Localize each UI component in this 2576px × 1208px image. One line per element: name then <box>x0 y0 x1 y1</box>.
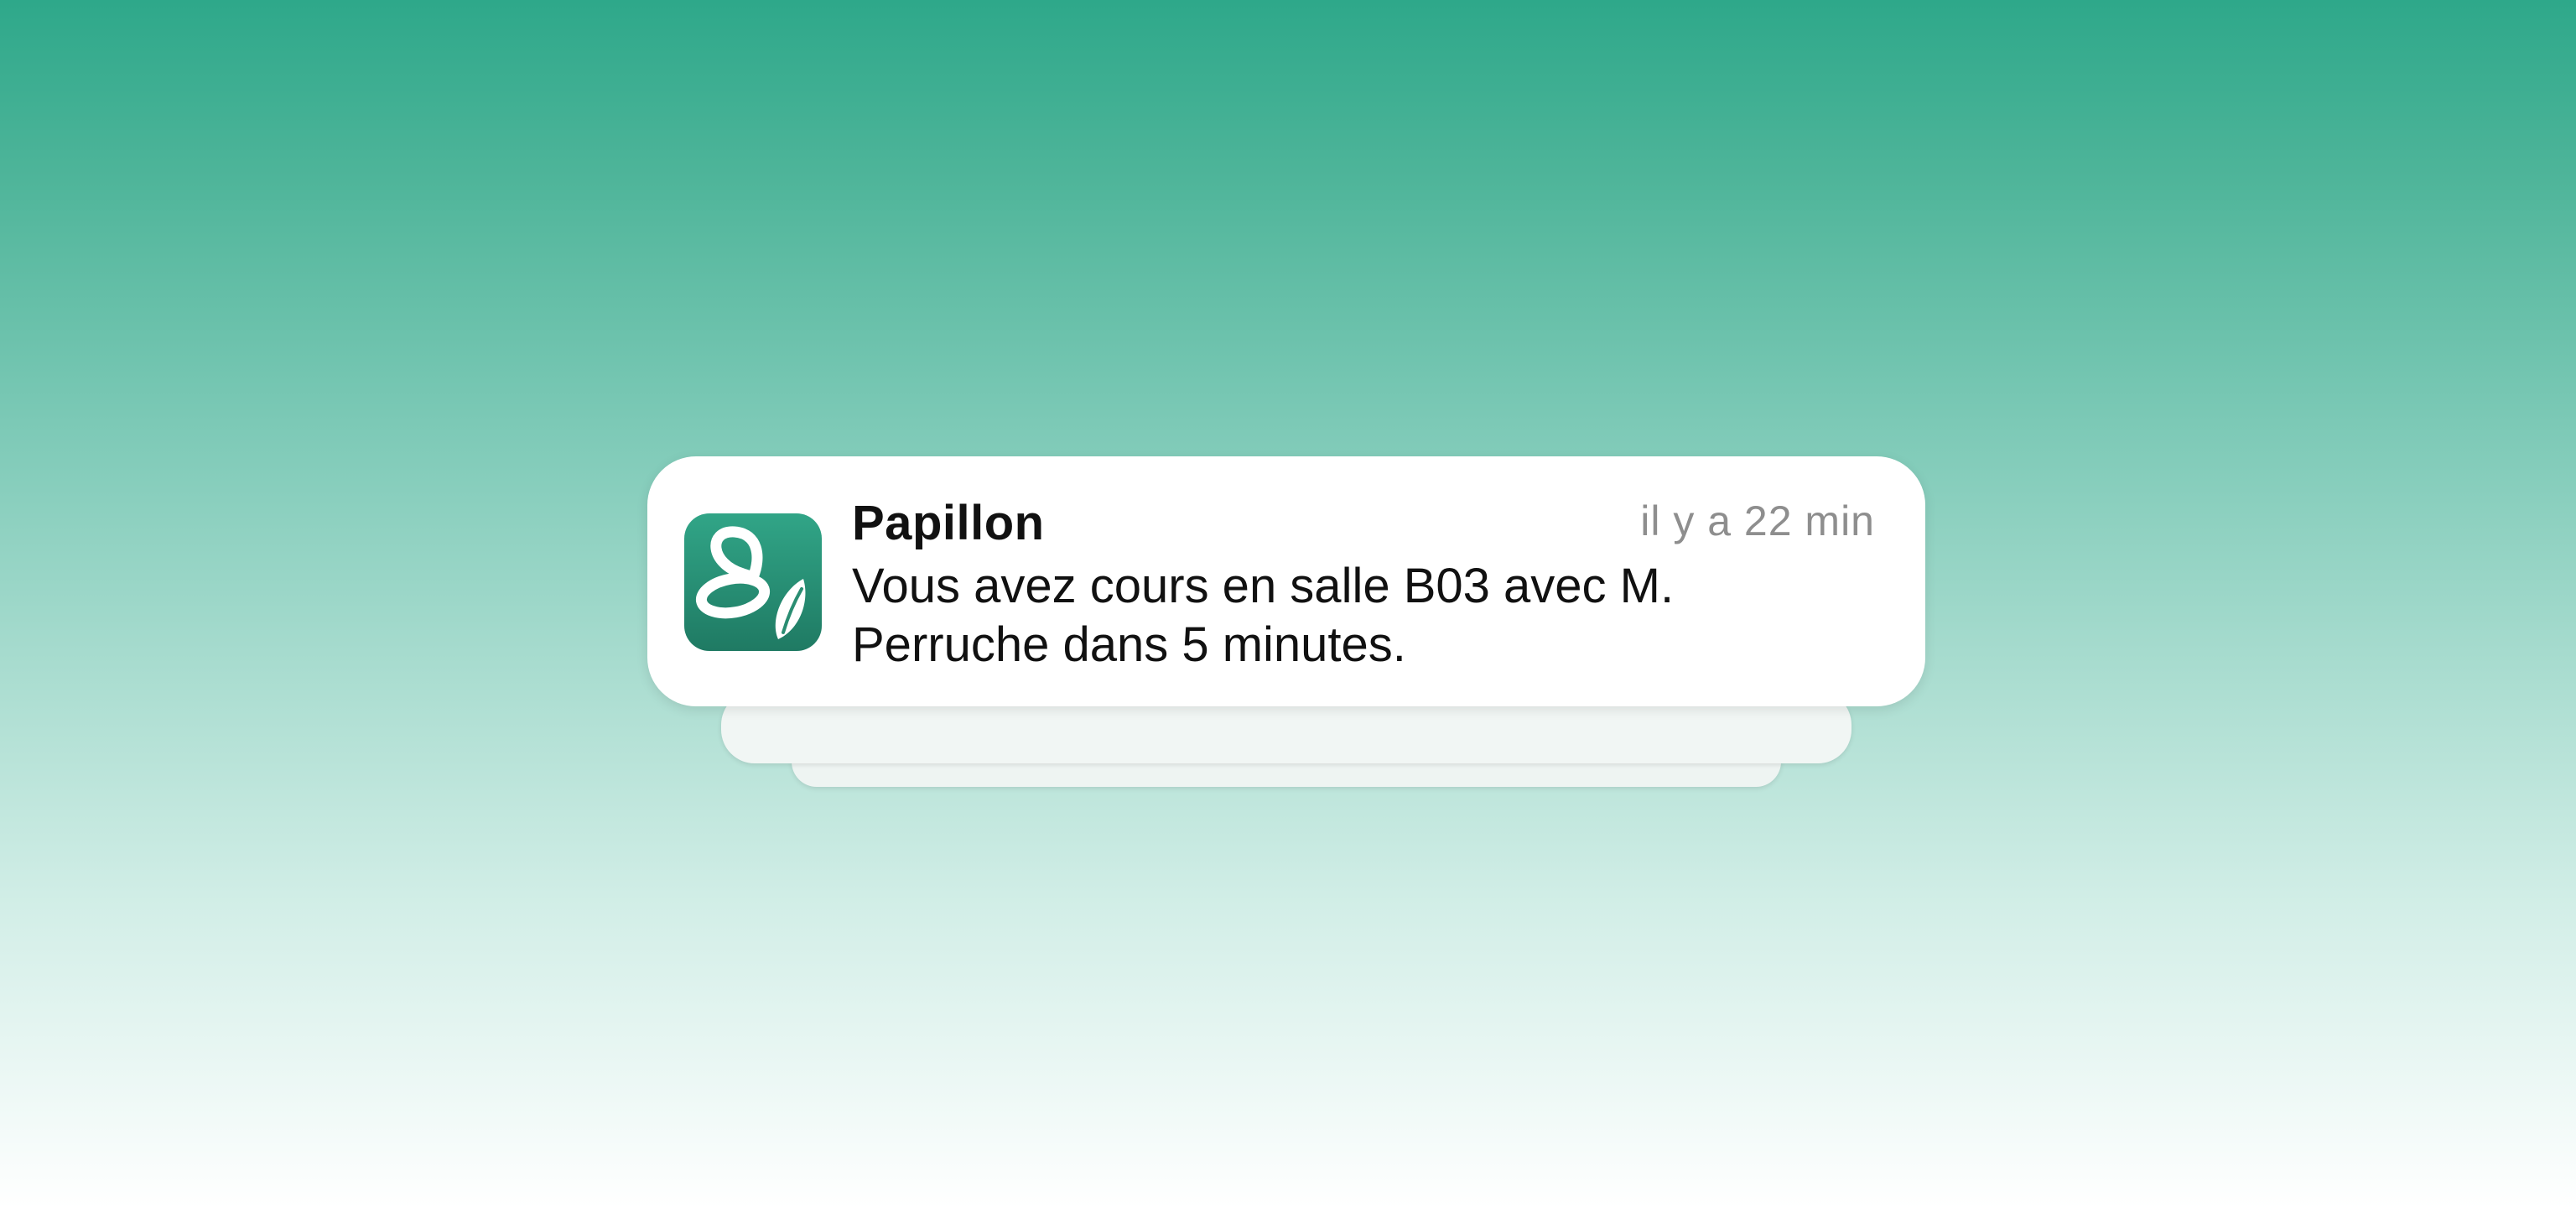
app-name: Papillon <box>852 496 1045 550</box>
papillon-app-icon <box>684 513 822 651</box>
notification-card[interactable]: Papillon il y a 22 min Vous avez cours e… <box>647 456 1925 706</box>
butterfly-icon <box>695 526 806 639</box>
notification-message: Vous avez cours en salle B03 avec M. Per… <box>852 559 1675 672</box>
notification-timestamp: il y a 22 min <box>1640 497 1875 544</box>
